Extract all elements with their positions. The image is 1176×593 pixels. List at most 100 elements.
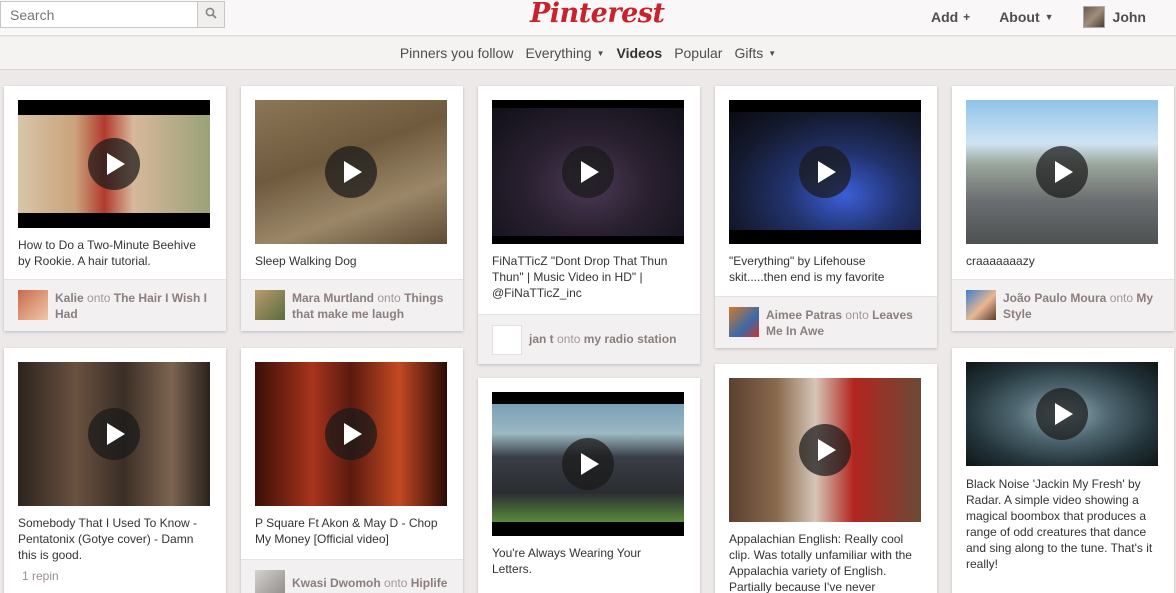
play-icon[interactable] <box>562 146 614 198</box>
nav-popular[interactable]: Popular <box>668 45 728 61</box>
video-thumbnail[interactable] <box>492 392 684 536</box>
board-name[interactable]: my radio station <box>584 332 677 346</box>
nav-label: Gifts <box>734 45 764 61</box>
pin[interactable]: Somebody That I Used To Know - Pentatoni… <box>4 348 226 593</box>
avatar[interactable] <box>966 290 996 320</box>
play-icon[interactable] <box>799 146 851 198</box>
pin-credit: Kwasi Dwomoh onto Hiplife <box>241 559 463 593</box>
pinner-name[interactable]: Aimee Patras <box>766 308 842 322</box>
pin-credit: João Paulo Moura onto My Style <box>952 279 1174 331</box>
plus-icon: + <box>963 10 971 24</box>
search-icon <box>205 7 217 22</box>
repin-count: 1 repin <box>22 569 59 583</box>
video-thumbnail[interactable] <box>255 100 447 244</box>
pin-description: You're Always Wearing Your Letters. <box>492 546 642 576</box>
pinner-name[interactable]: Mara Murtland <box>292 291 374 305</box>
credit-text: Kwasi Dwomoh onto Hiplife <box>292 575 452 591</box>
nav-label: Videos <box>616 45 663 61</box>
add-label: Add <box>930 9 959 25</box>
play-icon[interactable] <box>562 438 614 490</box>
credit-text: Mara Murtland onto Things that make me l… <box>292 290 452 322</box>
onto-label: onto <box>557 332 581 346</box>
video-thumbnail[interactable] <box>492 100 684 244</box>
video-thumbnail[interactable] <box>966 100 1158 244</box>
onto-label: onto <box>87 291 111 305</box>
video-thumbnail[interactable] <box>729 378 921 522</box>
avatar[interactable] <box>18 290 48 320</box>
pin[interactable]: Black Noise 'Jackin My Fresh' by Radar. … <box>952 348 1174 593</box>
search-button[interactable] <box>197 1 225 28</box>
pin[interactable]: Appalachian English: Really cool clip. W… <box>715 364 937 593</box>
nav-videos[interactable]: Videos <box>611 45 669 61</box>
board-name[interactable]: Hiplife <box>411 576 448 590</box>
avatar[interactable] <box>255 290 285 320</box>
top-nav: Add + About ▼ John <box>916 0 1176 34</box>
play-icon[interactable] <box>88 138 140 190</box>
credit-text: Kalie onto The Hair I Wish I Had <box>55 290 215 322</box>
video-thumbnail[interactable] <box>18 100 210 228</box>
chevron-down-icon: ▼ <box>1044 12 1054 22</box>
credit-text: Aimee Patras onto Leaves Me In Awe <box>766 307 926 339</box>
chevron-down-icon: ▼ <box>596 48 605 58</box>
avatar[interactable] <box>255 570 285 593</box>
user-menu[interactable]: John <box>1068 0 1176 34</box>
nav-label: Popular <box>674 45 723 61</box>
play-icon[interactable] <box>1036 146 1088 198</box>
nav-label: Everything <box>525 45 592 61</box>
avatar[interactable] <box>492 325 522 355</box>
category-nav: Pinners you follow Everything ▼ Videos Po… <box>0 37 1176 70</box>
pin[interactable]: Sleep Walking Dog Mara Murtland onto Thi… <box>241 86 463 331</box>
play-icon[interactable] <box>88 408 140 460</box>
credit-text: João Paulo Moura onto My Style <box>1003 290 1163 322</box>
add-menu[interactable]: Add + <box>916 0 984 34</box>
pin-description: FiNaTTicZ "Dont Drop That Thun Thun" | M… <box>492 254 668 300</box>
video-thumbnail[interactable] <box>966 362 1158 466</box>
about-label: About <box>999 9 1040 25</box>
avatar[interactable] <box>729 307 759 337</box>
pinner-name[interactable]: Kwasi Dwomoh <box>292 576 381 590</box>
play-icon[interactable] <box>325 408 377 460</box>
video-thumbnail[interactable] <box>255 362 447 506</box>
play-icon[interactable] <box>325 146 377 198</box>
pin-description: craaaaaaazy <box>966 254 1035 268</box>
pin-description: Sleep Walking Dog <box>255 254 357 268</box>
pin-description: P Square Ft Akon & May D - Chop My Money… <box>255 516 438 546</box>
chevron-down-icon: ▼ <box>768 48 777 58</box>
pin-description: How to Do a Two-Minute Beehive by Rookie… <box>18 238 196 268</box>
top-bar: Pinterest Add + About ▼ John <box>0 0 1176 36</box>
pinner-name[interactable]: João Paulo Moura <box>1003 291 1106 305</box>
play-icon[interactable] <box>799 424 851 476</box>
nav-pinners-you-follow[interactable]: Pinners you follow <box>394 45 520 61</box>
search-box <box>0 1 225 28</box>
pin-description: Somebody That I Used To Know - Pentatoni… <box>18 516 197 562</box>
pin-credit: Mara Murtland onto Things that make me l… <box>241 279 463 331</box>
pinner-name[interactable]: Kalie <box>55 291 84 305</box>
onto-label: onto <box>845 308 869 322</box>
search-input[interactable] <box>0 1 198 28</box>
pin-description: "Everything" by Lifehouse skit.....then … <box>729 254 885 284</box>
avatar <box>1082 6 1105 28</box>
nav-gifts[interactable]: Gifts ▼ <box>728 45 782 61</box>
pin[interactable]: FiNaTTicZ "Dont Drop That Thun Thun" | M… <box>478 86 700 364</box>
video-thumbnail[interactable] <box>18 362 210 506</box>
pin[interactable]: You're Always Wearing Your Letters. <box>478 378 700 593</box>
credit-text: jan t onto my radio station <box>529 331 689 347</box>
onto-label: onto <box>1109 291 1134 305</box>
video-thumbnail[interactable] <box>729 100 921 244</box>
nav-everything[interactable]: Everything ▼ <box>519 45 610 61</box>
pin[interactable]: "Everything" by Lifehouse skit.....then … <box>715 86 937 348</box>
play-icon[interactable] <box>1036 388 1088 440</box>
pin[interactable]: craaaaaaazy João Paulo Moura onto My Sty… <box>952 86 1174 331</box>
pin-description: Appalachian English: Really cool clip. W… <box>729 532 912 593</box>
pin-credit: Kalie onto The Hair I Wish I Had <box>4 279 226 331</box>
pin-credit: jan t onto my radio station <box>478 314 700 364</box>
pinterest-logo[interactable]: Pinterest <box>530 0 665 32</box>
pinner-name[interactable]: jan t <box>529 332 554 346</box>
pin[interactable]: How to Do a Two-Minute Beehive by Rookie… <box>4 86 226 331</box>
nav-label: Pinners you follow <box>399 45 514 61</box>
pin-description: Black Noise 'Jackin My Fresh' by Radar. … <box>966 477 1153 571</box>
onto-label: onto <box>377 291 401 305</box>
pin[interactable]: P Square Ft Akon & May D - Chop My Money… <box>241 348 463 593</box>
user-name: John <box>1112 9 1146 25</box>
about-menu[interactable]: About ▼ <box>984 0 1067 34</box>
